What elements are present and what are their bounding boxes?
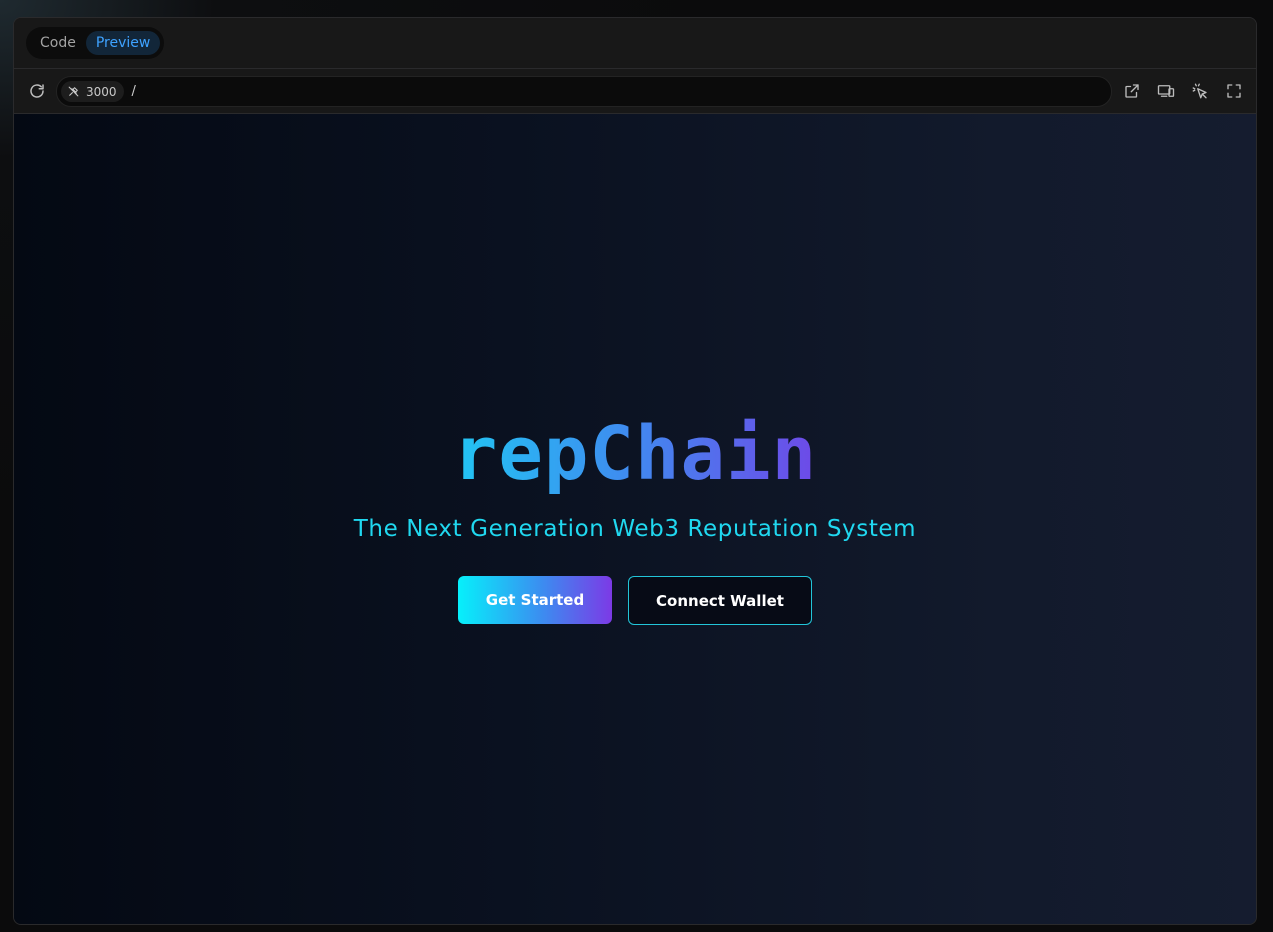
port-badge[interactable]: 3000	[61, 81, 124, 102]
device-toggle-icon[interactable]	[1155, 80, 1177, 102]
plug-icon	[68, 86, 79, 97]
get-started-button[interactable]: Get Started	[458, 576, 612, 624]
preview-window: Code Preview 3000 / repChain The Next Ge…	[13, 17, 1257, 925]
refresh-icon[interactable]	[26, 80, 48, 102]
cta-group: Get Started Connect Wallet	[14, 576, 1256, 625]
mode-tabs: Code Preview	[26, 27, 165, 59]
url-toolbar: 3000 /	[14, 69, 1256, 114]
url-path[interactable]: /	[132, 84, 136, 99]
fullscreen-icon[interactable]	[1223, 80, 1245, 102]
hero-tagline: The Next Generation Web3 Reputation Syst…	[353, 516, 917, 542]
port-number: 3000	[86, 84, 117, 99]
tab-preview[interactable]: Preview	[85, 31, 161, 55]
desktop-background: Code Preview 3000 / repChain The Next Ge…	[0, 0, 1273, 932]
external-link-icon[interactable]	[1121, 80, 1143, 102]
url-bar[interactable]: 3000 /	[56, 76, 1112, 107]
tab-code[interactable]: Code	[30, 31, 86, 55]
mode-bar: Code Preview	[14, 18, 1256, 69]
cursor-select-icon[interactable]	[1189, 80, 1211, 102]
brand-logo: repChain	[452, 411, 818, 497]
connect-wallet-button[interactable]: Connect Wallet	[628, 576, 812, 625]
hero-section: repChain The Next Generation Web3 Reputa…	[14, 414, 1256, 625]
preview-canvas: repChain The Next Generation Web3 Reputa…	[14, 114, 1256, 924]
